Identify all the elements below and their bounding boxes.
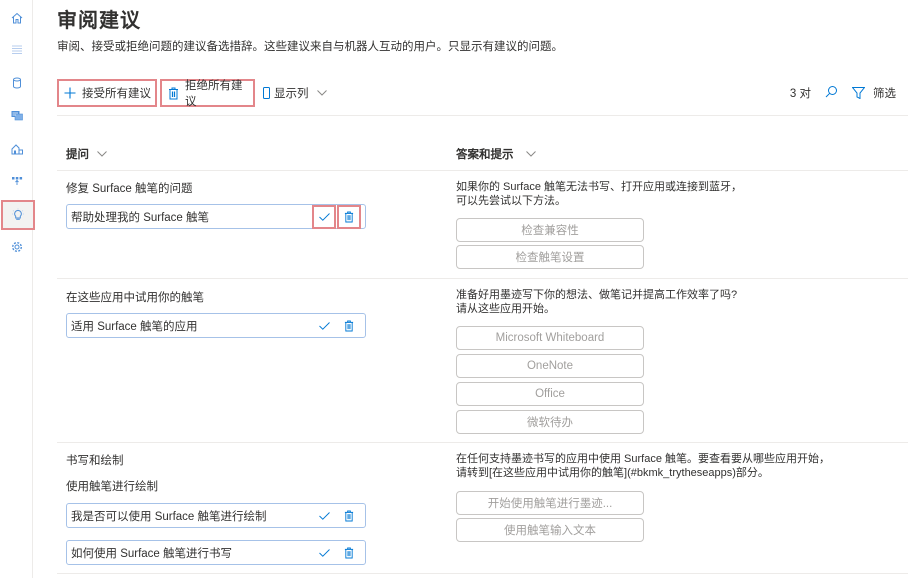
accept-suggestion-button[interactable] (313, 542, 335, 564)
chevron-down-icon (97, 149, 107, 160)
column-header-answer[interactable]: 答案和提示 (456, 146, 536, 162)
filter-icon (852, 87, 865, 99)
follow-up-prompt-button[interactable]: 检查触笔设置 (456, 245, 644, 269)
suggestion-field[interactable]: 帮助处理我的 Surface 触笔 (66, 204, 366, 229)
follow-up-prompt-button[interactable]: 开始使用触笔进行墨迹... (456, 491, 644, 515)
page-description: 审阅、接受或拒绝问题的建议备选措辞。这些建议来自与机器人互动的用户。只显示有建议… (57, 41, 563, 53)
follow-up-prompt-button[interactable]: 检查兼容性 (456, 218, 644, 242)
answer-text: 在任何支持墨迹书写的应用中使用 Surface 触笔。要查看要从哪些应用开始， … (456, 452, 830, 480)
trash-icon (344, 510, 354, 521)
column-icon (263, 87, 270, 99)
chevron-down-icon (316, 88, 327, 99)
row-divider (57, 278, 908, 279)
checkmark-icon (318, 548, 330, 557)
follow-up-prompt-button[interactable]: 使用触笔输入文本 (456, 518, 644, 542)
trash-icon (344, 547, 354, 558)
checkmark-icon (318, 212, 330, 221)
answer-text: 准备好用墨迹写下你的想法、做笔记并提高工作效率了吗? 请从这些应用开始。 (456, 288, 737, 316)
question-title: 书写和绘制 (66, 455, 124, 467)
nav-item-database[interactable] (0, 68, 33, 98)
trash-icon (168, 87, 179, 100)
database-icon (12, 77, 21, 89)
nav-item-list[interactable] (0, 34, 33, 64)
accept-suggestion-button[interactable] (313, 315, 335, 337)
answer-line: 请从这些应用开始。 (456, 303, 555, 315)
plus-icon (64, 87, 76, 99)
checkmark-icon (318, 511, 330, 520)
search-icon[interactable] (825, 85, 838, 101)
left-nav-sidebar (0, 0, 35, 578)
nav-item-home[interactable] (0, 3, 33, 33)
filter-label: 筛选 (873, 88, 896, 100)
question-title: 在这些应用中试用你的触笔 (66, 292, 204, 304)
follow-up-prompt-button[interactable]: Microsoft Whiteboard (456, 326, 644, 350)
follow-up-prompt-button[interactable]: OneNote (456, 354, 644, 378)
list-icon (11, 45, 22, 54)
trash-icon (344, 320, 354, 331)
flow-icon (11, 177, 22, 185)
page-title: 审阅建议 (57, 10, 141, 32)
header-divider (57, 170, 908, 171)
nav-item-flow[interactable] (0, 165, 33, 195)
accept-all-button[interactable]: 接受所有建议 (57, 79, 157, 107)
gear-icon (11, 241, 22, 253)
answer-line: 可以先尝试以下方法。 (456, 195, 566, 207)
answer-line: 准备好用墨迹写下你的想法、做笔记并提高工作效率了吗? (456, 289, 738, 301)
show-columns-label: 显示列 (274, 88, 309, 100)
trash-icon (344, 211, 354, 222)
column-header-answer-label: 答案和提示 (456, 149, 514, 161)
accept-all-label: 接受所有建议 (82, 88, 151, 100)
row-divider (57, 573, 908, 574)
reject-suggestion-button[interactable] (338, 505, 360, 527)
column-header-question[interactable]: 提问 (66, 146, 107, 162)
suggestion-field[interactable]: 适用 Surface 触笔的应用 (66, 313, 366, 338)
column-header-question-label: 提问 (66, 149, 89, 161)
answer-line: 在任何支持墨迹书写的应用中使用 Surface 触笔。要查看要从哪些应用开始， (456, 453, 831, 465)
row-divider (57, 442, 908, 443)
toolbar-divider (57, 115, 908, 116)
question-title: 修复 Surface 触笔的问题 (66, 183, 193, 195)
documents-icon (11, 111, 23, 121)
checkmark-icon (318, 321, 330, 330)
home-icon (11, 12, 22, 24)
answer-line: 如果你的 Surface 触笔无法书写、打开应用或连接到蓝牙， (456, 181, 743, 193)
reject-all-label: 拒绝所有建议 (185, 80, 243, 108)
toolbar: 接受所有建议 拒绝所有建议 显示列 3 对 筛选 (57, 79, 908, 116)
nav-item-documents[interactable] (0, 100, 33, 130)
nav-item-suggestions[interactable] (1, 200, 35, 230)
follow-up-prompt-button[interactable]: 微软待办 (456, 410, 644, 434)
nav-item-settings[interactable] (0, 232, 33, 262)
filter-button[interactable]: 筛选 (852, 85, 896, 101)
accept-suggestion-button[interactable] (312, 204, 336, 229)
pair-count: 3 对 (789, 88, 811, 100)
show-columns-button[interactable]: 显示列 (263, 79, 327, 107)
chevron-down-icon (525, 149, 536, 160)
reject-suggestion-button[interactable] (338, 315, 360, 337)
answer-text: 如果你的 Surface 触笔无法书写、打开应用或连接到蓝牙， 可以先尝试以下方… (456, 180, 742, 208)
nav-item-building[interactable] (0, 134, 33, 164)
accept-suggestion-button[interactable] (313, 505, 335, 527)
suggestion-field[interactable]: 如何使用 Surface 触笔进行书写 (66, 540, 366, 565)
toolbar-right: 3 对 筛选 (776, 79, 896, 107)
building-icon (11, 144, 23, 155)
lightbulb-icon (12, 208, 24, 220)
follow-up-prompt-button[interactable]: Office (456, 382, 644, 406)
answer-line: 请转到[在这些应用中试用你的触笔](#bkmk_trytheseapps)部分。 (456, 467, 769, 479)
reject-all-button[interactable]: 拒绝所有建议 (160, 79, 255, 108)
reject-suggestion-button[interactable] (338, 542, 360, 564)
alternate-question: 使用触笔进行绘制 (66, 481, 158, 493)
suggestion-field[interactable]: 我是否可以使用 Surface 触笔进行绘制 (66, 503, 366, 528)
reject-suggestion-button[interactable] (337, 204, 361, 229)
